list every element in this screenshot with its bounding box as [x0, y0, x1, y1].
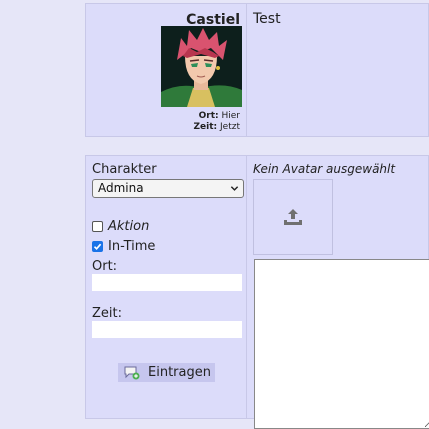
location-label: Ort:: [92, 259, 118, 274]
message-textarea[interactable]: [254, 259, 429, 429]
submit-button-label: Eintragen: [148, 365, 211, 380]
submit-button[interactable]: Eintragen: [118, 363, 215, 382]
character-select-label: Charakter: [92, 162, 157, 177]
entry-form-content: Kein Avatar ausgewählt: [246, 155, 429, 429]
avatar-image: [161, 26, 242, 107]
location-input[interactable]: [92, 274, 242, 291]
upload-icon: [284, 209, 302, 225]
aktion-checkbox-row[interactable]: Aktion: [92, 219, 149, 234]
check-icon: [93, 243, 102, 251]
time-input[interactable]: [92, 321, 242, 338]
chevron-down-icon: [230, 186, 239, 191]
post-time: Zeit: Jetzt: [194, 122, 240, 132]
intime-checkbox-row[interactable]: In-Time: [92, 239, 155, 254]
aktion-checkbox[interactable]: [92, 221, 103, 232]
post-time-label: Zeit:: [193, 122, 218, 132]
comment-add-icon: [124, 366, 140, 379]
post-author-panel: Castiel Ort: Hier Zeit: Jetzt: [85, 3, 247, 137]
intime-checkbox[interactable]: [92, 241, 103, 252]
post-location-value: Hier: [221, 111, 240, 121]
post-location: Ort: Hier: [199, 111, 240, 121]
no-avatar-text: Kein Avatar ausgewählt: [253, 162, 396, 176]
post-content-panel: Test: [246, 3, 429, 137]
post-time-value: Jetzt: [220, 122, 240, 132]
character-avatar: [161, 26, 242, 107]
avatar-upload-button[interactable]: [253, 179, 333, 255]
intime-label: In-Time: [108, 239, 156, 254]
post-location-label: Ort:: [198, 111, 219, 121]
entry-form-options: Charakter Admina Aktion In-Time Ort: Zei…: [85, 155, 247, 419]
post-text: Test: [253, 11, 281, 27]
character-select[interactable]: Admina: [92, 179, 244, 198]
time-label: Zeit:: [92, 306, 122, 321]
character-select-value: Admina: [98, 181, 144, 195]
aktion-label: Aktion: [108, 219, 150, 234]
